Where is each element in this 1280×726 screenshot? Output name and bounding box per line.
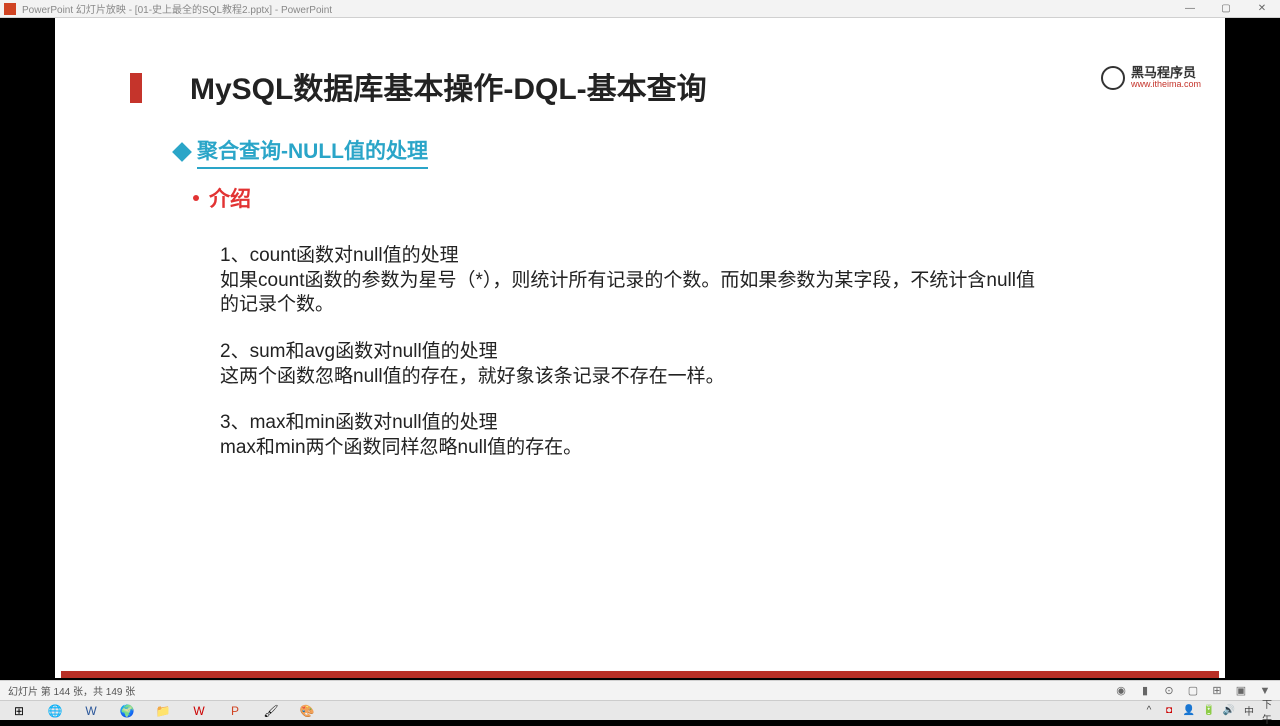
window-titlebar: PowerPoint 幻灯片放映 - [01-史上最全的SQL教程2.pptx]…: [0, 0, 1280, 18]
chrome-icon[interactable]: 🌐: [40, 702, 70, 720]
start-button[interactable]: ⊞: [4, 702, 34, 720]
pen-icon[interactable]: ▮: [1138, 684, 1152, 698]
brand-name: 黑马程序员: [1131, 66, 1201, 79]
battery-icon[interactable]: 🔋: [1202, 704, 1216, 718]
p1-body: 如果count函数的参数为星号（*），则统计所有记录的个数。而如果参数为某字段，…: [220, 269, 1050, 318]
subtitle-icon[interactable]: ⊙: [1162, 684, 1176, 698]
ime-icon[interactable]: 中: [1242, 704, 1256, 718]
notes-icon[interactable]: ◉: [1114, 684, 1128, 698]
mouse-cursor-icon: ▲: [1250, 410, 1264, 426]
subtitle-row: 聚合查询-NULL值的处理: [175, 135, 428, 169]
slide-counter: 幻灯片 第 144 张，共 149 张: [8, 683, 1114, 698]
sorter-view-icon[interactable]: ⊞: [1210, 684, 1224, 698]
normal-view-icon[interactable]: ▢: [1186, 684, 1200, 698]
close-button[interactable]: ✕: [1248, 1, 1276, 17]
word-icon[interactable]: W: [76, 702, 106, 720]
paint-icon[interactable]: 🎨: [292, 702, 322, 720]
powerpoint-taskbar-icon[interactable]: P: [220, 702, 250, 720]
window-controls: — ▢ ✕: [1176, 1, 1276, 17]
brand-icon: [1101, 66, 1125, 90]
intro-label: 介绍: [209, 183, 251, 213]
slide-title: MySQL数据库基本操作-DQL-基本查询: [190, 64, 707, 108]
p1-head: 1、count函数对null值的处理: [220, 244, 1050, 269]
title-accent-bar: [130, 73, 142, 103]
system-tray[interactable]: ^ ◘ 👤 🔋 🔊 中 下午: [1142, 704, 1276, 718]
maximize-button[interactable]: ▢: [1212, 1, 1240, 17]
presentation-stage: MySQL数据库基本操作-DQL-基本查询 黑马程序员 www.itheima.…: [0, 18, 1280, 680]
window-title: PowerPoint 幻灯片放映 - [01-史上最全的SQL教程2.pptx]…: [22, 1, 1176, 16]
clock[interactable]: 下午: [1262, 704, 1276, 718]
edge-icon[interactable]: 🌍: [112, 702, 142, 720]
explorer-icon[interactable]: 📁: [148, 702, 178, 720]
slide-content[interactable]: MySQL数据库基本操作-DQL-基本查询 黑马程序员 www.itheima.…: [55, 18, 1225, 678]
brand-logo: 黑马程序员 www.itheima.com: [1101, 66, 1201, 90]
brand-url: www.itheima.com: [1131, 79, 1201, 90]
powerpoint-icon: [4, 3, 16, 15]
minimize-button[interactable]: —: [1176, 1, 1204, 17]
red-bullet-icon: [193, 195, 199, 201]
p3-head: 3、max和min函数对null值的处理: [220, 411, 1050, 436]
p3-body: max和min两个函数同样忽略null值的存在。: [220, 436, 1050, 461]
security-icon[interactable]: ◘: [1162, 704, 1176, 718]
volume-icon[interactable]: 🔊: [1222, 704, 1236, 718]
p2-head: 2、sum和avg函数对null值的处理: [220, 340, 1050, 365]
tray-up-icon[interactable]: ^: [1142, 704, 1156, 718]
slide-footer-bar: [61, 671, 1219, 678]
taskbar[interactable]: ⊞ 🌐 W 🌍 📁 W P 🖌 🎨 ^ ◘ 👤 🔋 🔊 中 下午: [0, 700, 1280, 720]
app-icon[interactable]: 🖌: [256, 702, 286, 720]
people-icon[interactable]: 👤: [1182, 704, 1196, 718]
reading-view-icon[interactable]: ▣: [1234, 684, 1248, 698]
status-bar: 幻灯片 第 144 张，共 149 张 ◉ ▮ ⊙ ▢ ⊞ ▣ ▼: [0, 680, 1280, 700]
slide-body: 1、count函数对null值的处理 如果count函数的参数为星号（*），则统…: [220, 244, 1050, 483]
slide-subtitle: 聚合查询-NULL值的处理: [197, 135, 428, 169]
diamond-bullet-icon: [172, 142, 192, 162]
intro-row: 介绍: [193, 183, 251, 213]
p2-body: 这两个函数忽略null值的存在，就好象该条记录不存在一样。: [220, 365, 1050, 390]
wps-icon[interactable]: W: [184, 702, 214, 720]
